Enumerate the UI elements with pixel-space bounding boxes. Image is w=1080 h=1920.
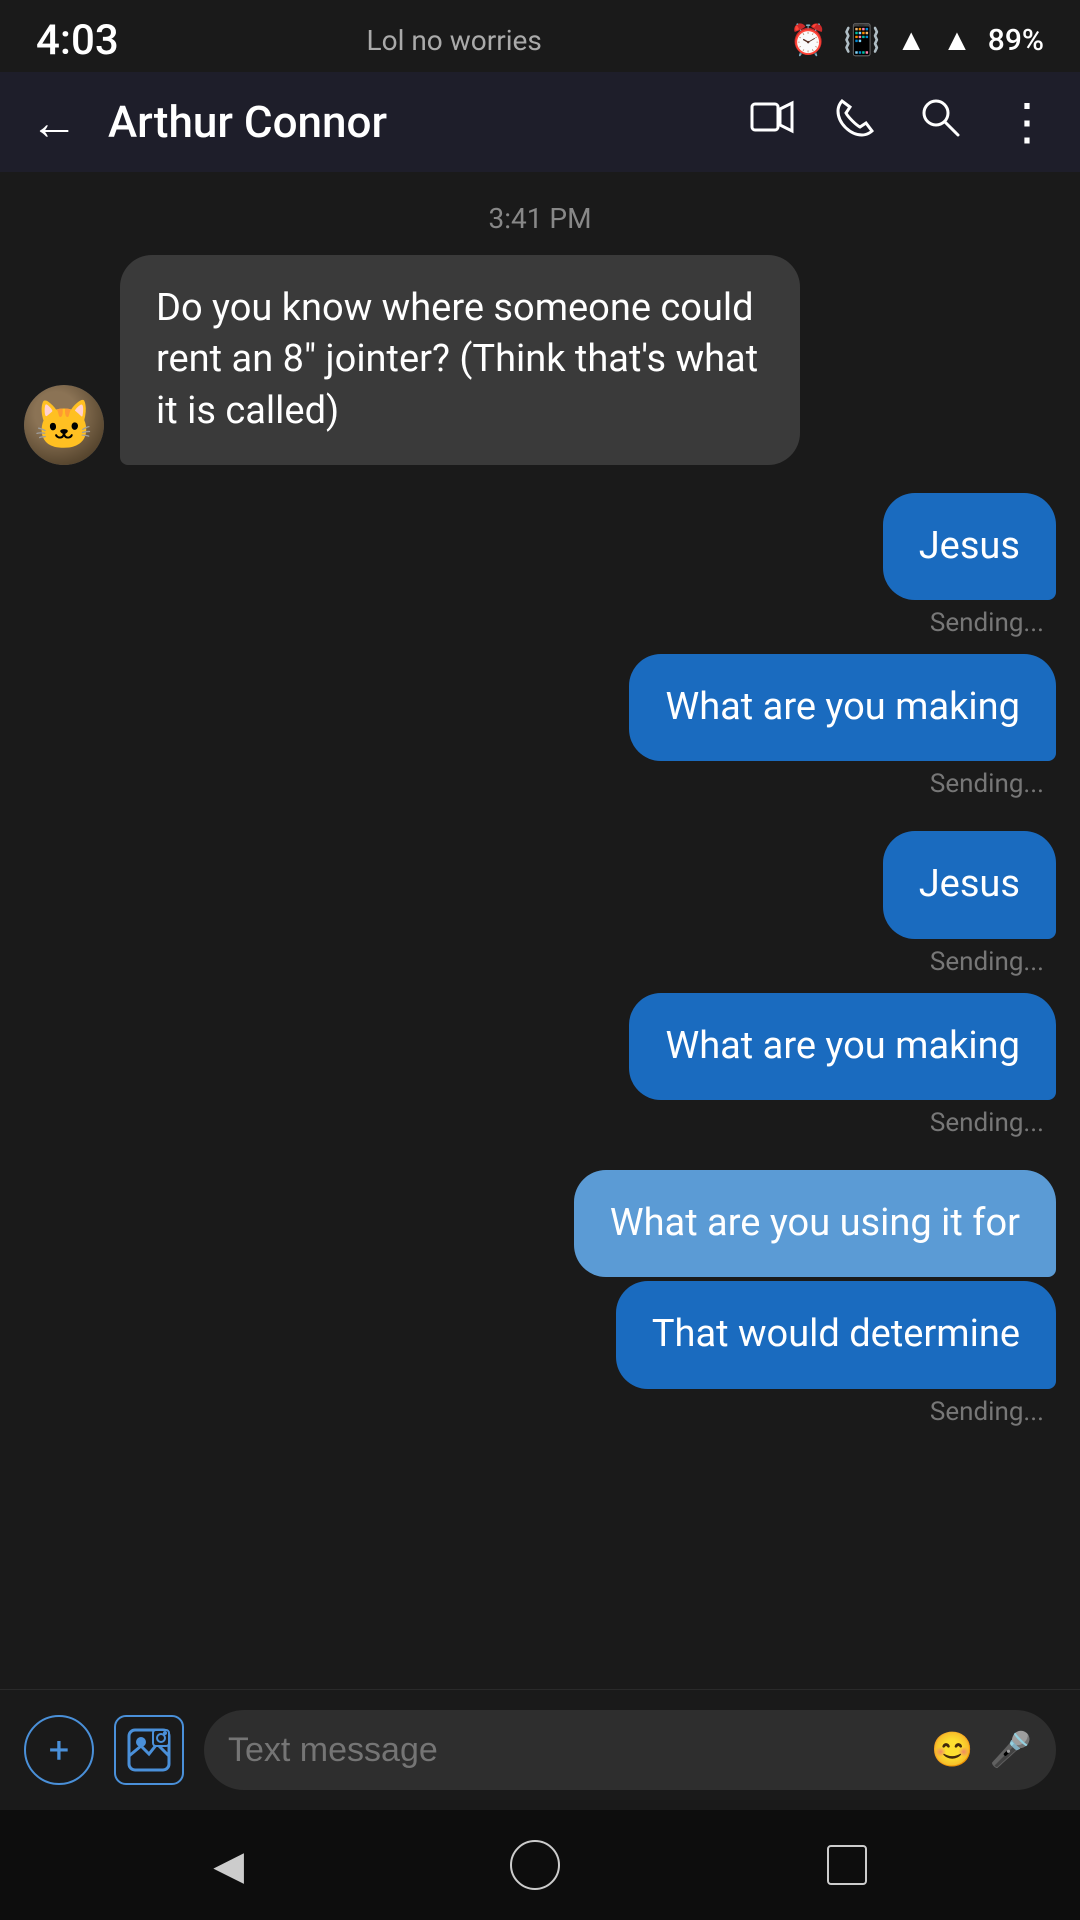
vibrate-icon: 📳 [843,23,880,58]
input-bar: + 😊 🎤 [0,1689,1080,1810]
battery-indicator: 89% [988,23,1044,58]
avatar [24,385,104,465]
message-row: What are you making [24,993,1056,1100]
signal-icon: ▲ [942,23,972,58]
message-status: Sending... [24,1108,1044,1138]
toolbar-actions: ⋮ [750,93,1050,152]
contact-avatar [24,385,104,465]
video-call-button[interactable] [750,95,794,149]
message-row: Do you know where someone could rent an … [24,255,1056,465]
message-row: Jesus [24,831,1056,938]
message-status: Sending... [24,947,1044,977]
sent-bubble: Jesus [883,493,1056,600]
message-status: Sending... [24,769,1044,799]
home-nav-button[interactable] [510,1840,560,1890]
message-row: What are you making [24,654,1056,761]
sent-bubble: That would determine [616,1281,1056,1388]
chat-toolbar: ← Arthur Connor ⋮ [0,72,1080,172]
back-nav-button[interactable]: ◀ [213,1842,244,1889]
media-button[interactable] [114,1715,184,1785]
wifi-icon: ▲ [896,23,926,58]
chat-area: 3:41 PM Do you know where someone could … [0,172,1080,1689]
search-button[interactable] [918,95,962,149]
sent-bubble: What are you making [629,654,1056,761]
message-input[interactable] [228,1731,915,1770]
sent-bubble: What are you using it for [574,1170,1056,1277]
text-input-container[interactable]: 😊 🎤 [204,1710,1056,1790]
status-bar: 4:03 Lol no worries ⏰ 📳 ▲ ▲ 89% [0,0,1080,72]
contact-name: Arthur Connor [108,96,720,148]
status-icons: ⏰ 📳 ▲ ▲ 89% [790,23,1044,58]
received-bubble: Do you know where someone could rent an … [120,255,800,465]
mic-icon[interactable]: 🎤 [990,1730,1032,1770]
status-notification: Lol no worries [119,24,790,57]
message-row: That would determine [24,1281,1056,1388]
message-status: Sending... [24,1397,1044,1427]
alarm-icon: ⏰ [790,23,827,58]
add-icon: + [49,1729,69,1771]
phone-call-button[interactable] [834,95,878,149]
message-timestamp: 3:41 PM [24,202,1056,235]
message-row: What are you using it for [24,1170,1056,1277]
sent-bubble: Jesus [883,831,1056,938]
more-options-button[interactable]: ⋮ [1002,93,1050,152]
emoji-icon[interactable]: 😊 [931,1730,973,1770]
recents-nav-button[interactable] [827,1845,867,1885]
message-row: Jesus [24,493,1056,600]
message-status: Sending... [24,608,1044,638]
sent-bubble: What are you making [629,993,1056,1100]
status-time: 4:03 [36,16,119,65]
navigation-bar: ◀ [0,1810,1080,1920]
back-button[interactable]: ← [30,94,78,151]
add-button[interactable]: + [24,1715,94,1785]
